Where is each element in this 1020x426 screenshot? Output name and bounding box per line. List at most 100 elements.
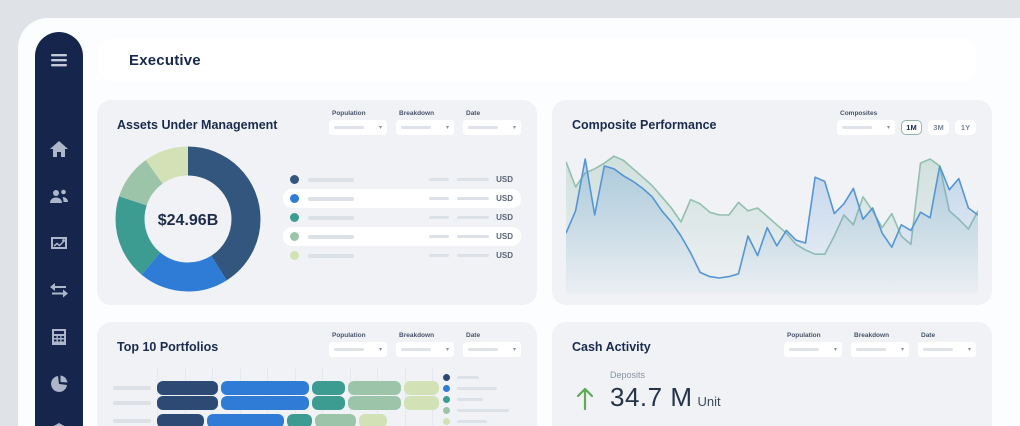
bar-segment-3 — [312, 396, 345, 410]
sidebar-nav — [35, 32, 83, 426]
filter-select-breakdown[interactable]: ▾ — [851, 342, 909, 357]
aum-legend-row[interactable]: USD — [283, 189, 521, 208]
legend-name-placeholder — [308, 197, 354, 201]
portfolios-legend-item — [443, 407, 509, 414]
home-icon[interactable] — [48, 139, 70, 159]
composites-filter: Composites ▾ — [837, 110, 895, 135]
transactions-icon[interactable] — [48, 280, 70, 300]
filter-select-population[interactable]: ▾ — [784, 342, 842, 357]
page-title: Executive — [129, 52, 201, 69]
select-placeholder-bar — [468, 126, 498, 129]
allocation-pie-icon[interactable] — [48, 374, 70, 394]
range-button-3m[interactable]: 3M — [928, 120, 949, 135]
filter-select-breakdown[interactable]: ▾ — [396, 120, 454, 135]
legend-currency-label: USD — [496, 175, 513, 184]
bar-segment-1 — [157, 381, 218, 395]
aum-legend-row[interactable]: USD — [283, 208, 521, 227]
portfolios-legend-item — [443, 396, 509, 403]
legend-dot — [443, 407, 450, 414]
time-range-buttons: 1M 3M 1Y — [901, 120, 976, 135]
select-placeholder-bar — [334, 126, 364, 129]
chevron-down-icon: ▾ — [968, 347, 971, 353]
deposits-metric: Deposits 34.7 M Unit — [574, 370, 721, 413]
legend-value-placeholder — [429, 254, 449, 257]
chevron-down-icon: ▾ — [379, 347, 382, 353]
legend-dot — [443, 374, 450, 381]
filter-population: Population▾ — [784, 332, 842, 357]
chevron-down-icon: ▾ — [446, 347, 449, 353]
range-button-1y[interactable]: 1Y — [955, 120, 976, 135]
legend-name-placeholder — [457, 409, 509, 412]
portfolios-legend — [443, 374, 509, 426]
select-placeholder-bar — [842, 126, 872, 129]
chevron-down-icon: ▾ — [834, 347, 837, 353]
deposits-unit: Unit — [698, 394, 721, 409]
legend-name-placeholder — [308, 235, 354, 239]
content-container: Executive Assets Under Management Popula… — [18, 18, 1020, 426]
filter-label-date: Date — [466, 332, 521, 339]
filter-population: Population ▾ — [329, 332, 387, 357]
filter-label-population: Population — [332, 110, 387, 117]
filter-select-breakdown[interactable]: ▾ — [396, 342, 454, 357]
filter-select-date[interactable]: ▾ — [918, 342, 976, 357]
range-button-1m[interactable]: 1M — [901, 120, 922, 135]
legend-name-placeholder — [457, 398, 483, 401]
legend-name-placeholder — [308, 216, 354, 220]
legend-name-placeholder — [308, 178, 354, 182]
portfolios-legend-item — [443, 418, 509, 425]
filter-select-population[interactable]: ▾ — [329, 120, 387, 135]
bar-segment-1 — [157, 396, 218, 410]
aum-filters: Population▾Breakdown▾Date▾ — [329, 110, 521, 135]
filter-select-date[interactable]: ▾ — [463, 342, 521, 357]
bar-segment-5 — [359, 414, 387, 426]
legend-value-placeholder — [457, 197, 489, 200]
deposits-value: 34.7 M — [610, 382, 693, 413]
select-placeholder-bar — [334, 348, 364, 351]
filter-date: Date▾ — [463, 110, 521, 135]
stacked-bar[interactable] — [157, 396, 439, 410]
legend-name-placeholder — [308, 254, 354, 258]
clients-icon[interactable] — [48, 186, 70, 206]
calculator-icon[interactable] — [48, 327, 70, 347]
stacked-bar[interactable] — [157, 381, 439, 395]
cash-activity-card: Cash Activity Population▾ Breakdown▾ Date ▾… — [552, 322, 992, 426]
portfolio-name-placeholder — [113, 419, 151, 423]
legend-currency-label: USD — [496, 232, 513, 241]
legend-value-placeholder — [457, 254, 489, 257]
aum-legend-row[interactable]: USD — [283, 227, 521, 246]
legend-value-placeholder — [457, 235, 489, 238]
legend-value-placeholder — [429, 178, 449, 181]
filter-population: Population ▾ — [329, 110, 387, 135]
filter-select-population[interactable]: ▾ — [329, 342, 387, 357]
filter-breakdown: Breakdown▾ — [396, 110, 454, 135]
portfolios-legend-item — [443, 374, 509, 381]
filter-date: Date ▾ — [463, 332, 521, 357]
filter-label-population: Population — [332, 332, 387, 339]
filter-label-date: Date — [921, 332, 976, 339]
legend-dot — [290, 213, 299, 222]
menu-icon[interactable] — [48, 50, 70, 70]
composites-select[interactable]: ▾ — [837, 120, 895, 135]
aum-legend-row[interactable]: USD — [283, 246, 521, 265]
performance-chart-icon[interactable] — [48, 233, 70, 253]
up-arrow-icon — [574, 385, 596, 411]
legend-dot — [290, 175, 299, 184]
stacked-bar[interactable] — [157, 414, 387, 426]
aum-legend-row[interactable]: USD — [283, 170, 521, 189]
legend-name-placeholder — [457, 376, 479, 379]
bar-segment-2 — [221, 381, 309, 395]
layers-icon[interactable] — [48, 421, 70, 426]
filter-breakdown: Breakdown▾ — [851, 332, 909, 357]
cash-filters: Population▾ Breakdown▾ Date ▾ — [784, 332, 976, 357]
portfolio-name-placeholder — [113, 401, 151, 405]
chevron-down-icon: ▾ — [379, 125, 382, 131]
card-title-cash: Cash Activity — [572, 340, 651, 354]
legend-dot — [290, 232, 299, 241]
chevron-down-icon: ▾ — [513, 347, 516, 353]
page-header: Executive — [99, 38, 976, 82]
legend-currency-label: USD — [496, 194, 513, 203]
bar-segment-5 — [404, 381, 440, 395]
filter-select-date[interactable]: ▾ — [463, 120, 521, 135]
bar-segment-2 — [207, 414, 284, 426]
select-placeholder-bar — [401, 348, 431, 351]
